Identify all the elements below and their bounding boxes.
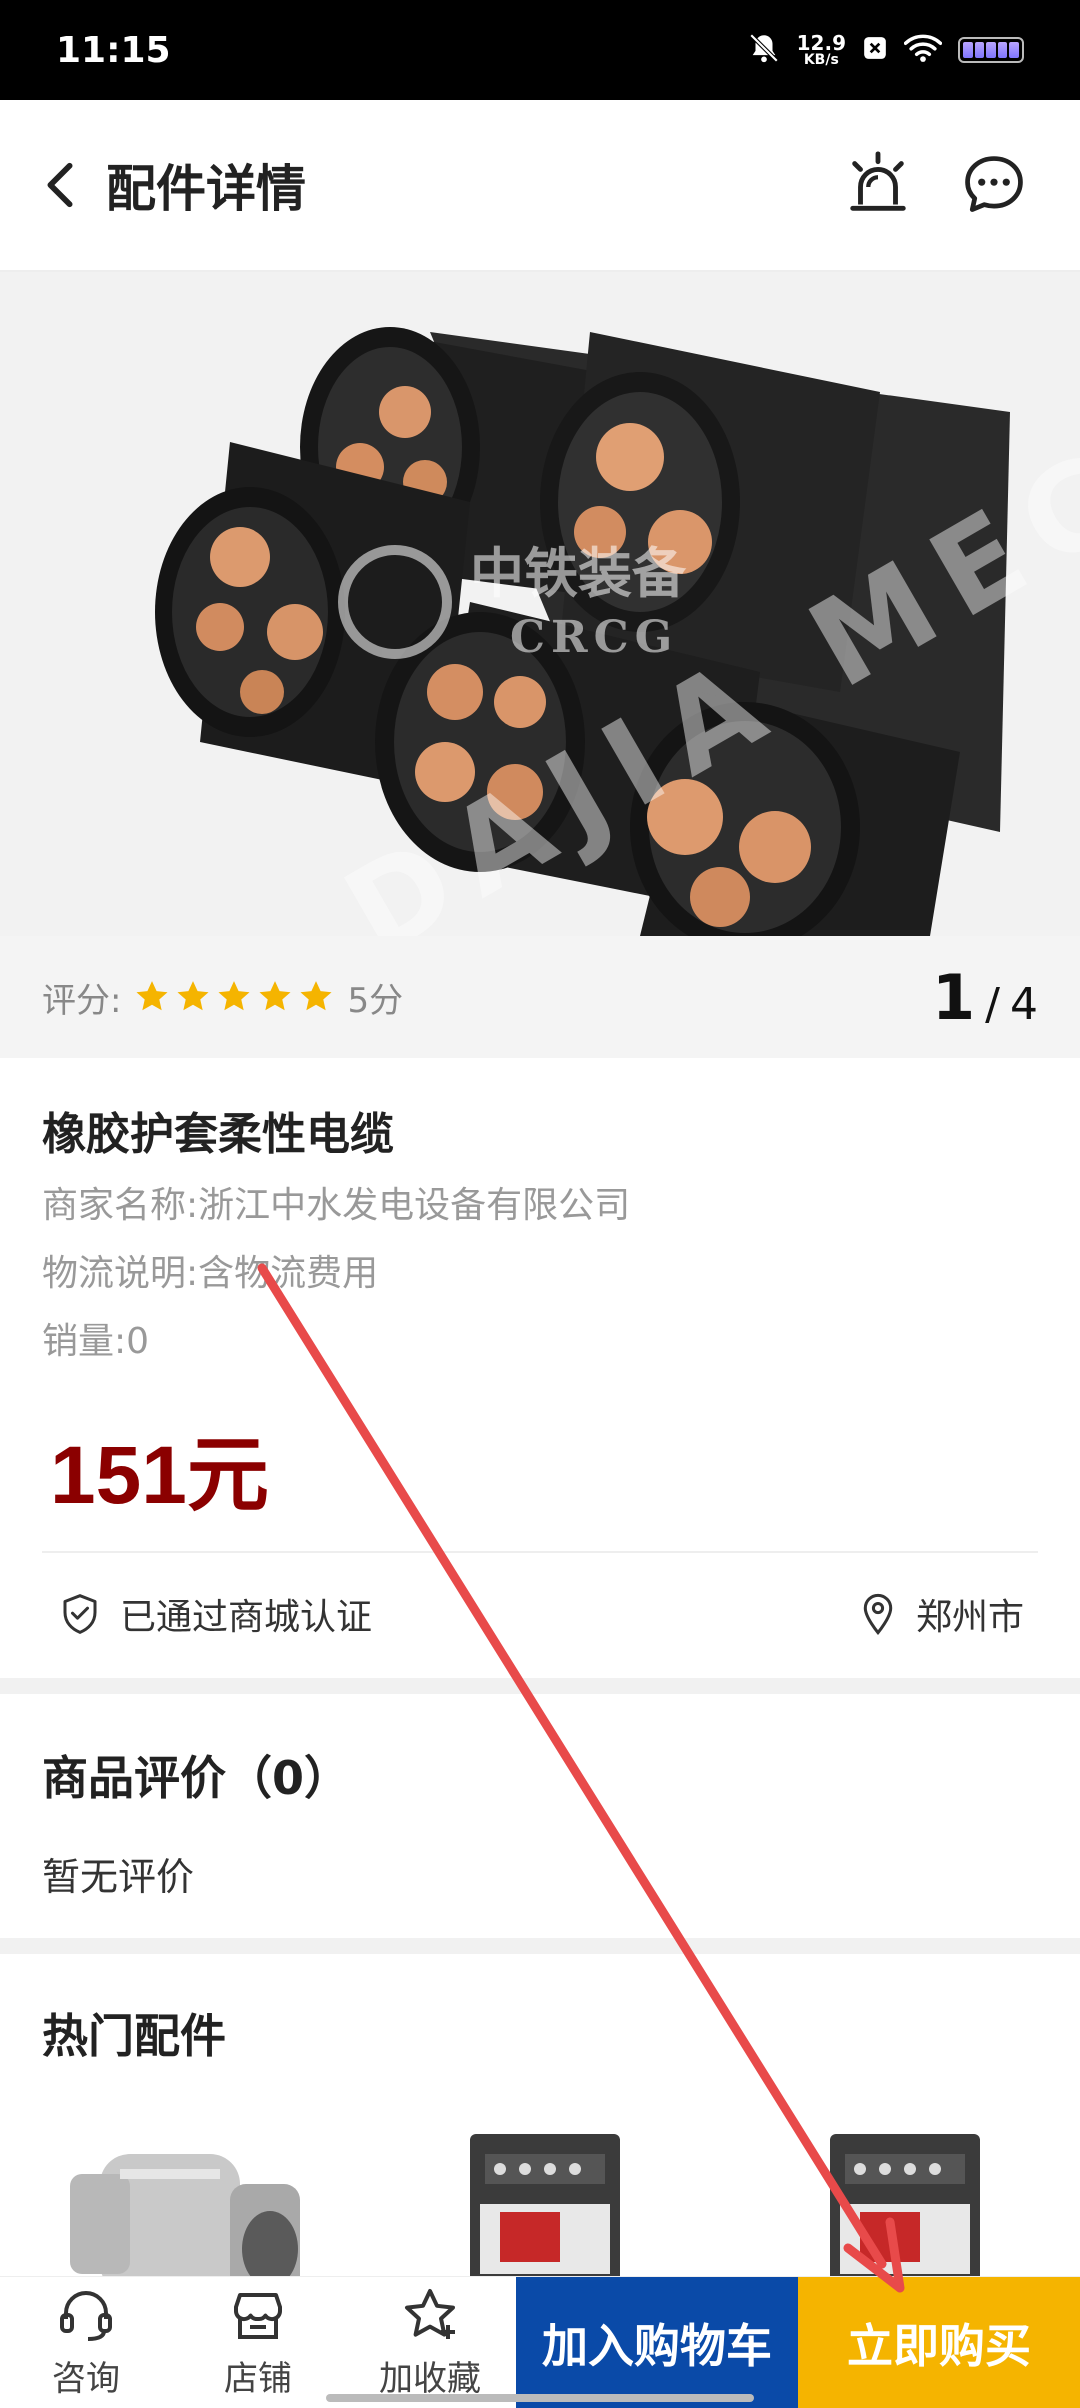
reviews-title: 商品评价（0） — [42, 1751, 351, 1805]
pager-separator: / — [985, 978, 1000, 1030]
status-bar: 11:15 12.9 KB/s — [0, 0, 1080, 100]
star-icon — [177, 981, 209, 1011]
favorite-button[interactable]: 加收藏 — [344, 2277, 516, 2408]
section-separator — [0, 1678, 1080, 1694]
rating-label: 评分: — [42, 980, 122, 1021]
certified-text: 已通过商城认证 — [120, 1597, 373, 1638]
home-indicator — [326, 2394, 754, 2402]
watermark-en: CRCG — [510, 612, 678, 663]
product-price: 151元 — [50, 1430, 269, 1521]
merchant-row: 商家名称:浙江中水发电设备有限公司 — [42, 1176, 630, 1228]
store-button[interactable]: 店铺 — [172, 2277, 344, 2408]
bell-muted-icon — [747, 31, 781, 69]
product-name: 橡胶护套柔性电缆 — [42, 1109, 394, 1160]
net-speed: 12.9 KB/s — [797, 33, 846, 67]
screen: 11:15 12.9 KB/s 配件详情 中铁装备 CRCG DAJIA MEC… — [0, 0, 1080, 2408]
status-icons: 12.9 KB/s — [747, 31, 1024, 69]
reviews-section: 商品评价（0） 暂无评价 — [0, 1694, 1080, 1938]
section-separator — [0, 1938, 1080, 1954]
rating-score: 5分 — [347, 980, 404, 1021]
product-image-carousel[interactable]: 中铁装备 CRCG DAJIA MECH — [0, 272, 1080, 936]
cable-product-image: 中铁装备 CRCG DAJIA MECH — [0, 272, 1080, 936]
rating-stars — [133, 978, 335, 1016]
merchant-value: 浙江中水发电设备有限公司 — [198, 1185, 631, 1226]
product-info: 橡胶护套柔性电缆 商家名称:浙江中水发电设备有限公司 物流说明:含物流费用 销量… — [0, 1058, 1080, 1678]
shield-check-icon — [63, 1594, 97, 1634]
no-reviews-text: 暂无评价 — [42, 1855, 195, 1899]
back-button[interactable] — [20, 135, 100, 235]
sales-label: 销量: — [42, 1321, 127, 1362]
close-box-icon — [862, 35, 888, 65]
star-icon — [259, 981, 291, 1011]
certified-badge: 已通过商城认证 — [60, 1588, 372, 1640]
wifi-icon — [903, 33, 943, 67]
page-title: 配件详情 — [106, 160, 306, 218]
merchant-label: 商家名称: — [42, 1185, 199, 1226]
logistics-label: 物流说明: — [42, 1253, 199, 1294]
star-plus-icon — [405, 2289, 455, 2339]
star-icon — [218, 981, 250, 1011]
hot-parts-title: 热门配件 — [42, 2009, 226, 2063]
consult-label: 咨询 — [52, 2359, 120, 2399]
status-time: 11:15 — [56, 29, 171, 71]
location: 郑州市 — [860, 1588, 1024, 1640]
divider — [42, 1551, 1038, 1553]
favorite-label: 加收藏 — [379, 2359, 481, 2399]
sales-row: 销量:0 — [42, 1312, 149, 1364]
city-text: 郑州市 — [915, 1597, 1024, 1638]
add-to-cart-button[interactable]: 加入购物车 — [516, 2277, 798, 2408]
star-icon — [136, 981, 168, 1011]
location-pin-icon — [863, 1593, 893, 1635]
pager-current: 1 — [932, 960, 976, 1034]
pager-total: 4 — [1010, 978, 1038, 1030]
headset-icon — [60, 2291, 112, 2341]
top-nav-bar: 配件详情 — [0, 100, 1080, 272]
rating-bar: 评分: 5分 1 / 4 — [0, 936, 1080, 1058]
net-speed-unit: KB/s — [803, 52, 839, 68]
net-speed-value: 12.9 — [796, 31, 846, 55]
battery-icon — [958, 37, 1024, 63]
store-icon — [233, 2293, 283, 2339]
watermark-cn: 中铁装备 — [470, 542, 687, 605]
logistics-row: 物流说明:含物流费用 — [42, 1244, 378, 1296]
logistics-value: 含物流费用 — [198, 1253, 379, 1294]
buy-now-button[interactable]: 立即购买 — [798, 2277, 1080, 2408]
image-pager: 1 / 4 — [932, 961, 1038, 1034]
header-actions — [840, 147, 1032, 223]
consult-button[interactable]: 咨询 — [0, 2277, 172, 2408]
alarm-light-icon[interactable] — [840, 147, 916, 223]
sales-value: 0 — [126, 1321, 150, 1362]
chevron-left-icon — [47, 162, 73, 208]
chat-bubble-icon[interactable] — [956, 147, 1032, 223]
store-label: 店铺 — [224, 2359, 292, 2399]
bottom-action-bar: 咨询 店铺 加收藏 加入购物车 立即购买 — [0, 2276, 1080, 2408]
star-icon — [300, 981, 332, 1011]
